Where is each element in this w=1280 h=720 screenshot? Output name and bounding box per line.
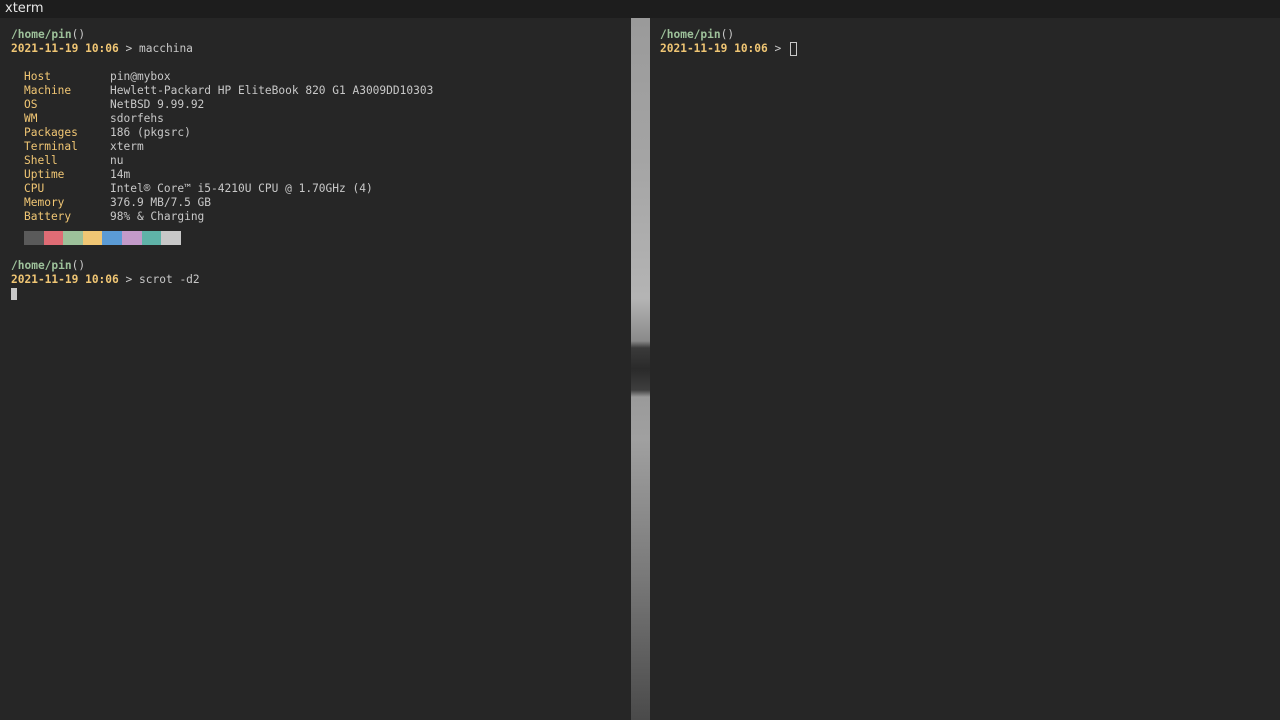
prompt-command-line[interactable]: 2021-11-19 10:06 > bbox=[660, 42, 1280, 56]
prompt-arrow: > bbox=[125, 42, 133, 55]
prompt-datetime: 2021-11-19 10:06 bbox=[660, 42, 768, 55]
command-text: scrot -d2 bbox=[139, 273, 200, 286]
info-value: pin@mybox bbox=[110, 70, 171, 83]
info-row-uptime: Uptime 14m bbox=[11, 168, 631, 182]
prompt-command-line: 2021-11-19 10:06 > macchina bbox=[11, 42, 631, 56]
system-info-block: Host pin@mybox Machine Hewlett-Packard HP … bbox=[11, 70, 631, 224]
right-terminal-pane[interactable]: /home/pin() 2021-11-19 10:06 > bbox=[650, 18, 1280, 720]
info-value: 376.9 MB/7.5 GB bbox=[110, 196, 212, 209]
window-title: xterm bbox=[5, 1, 44, 16]
info-row-packages: Packages 186 (pkgsrc) bbox=[11, 126, 631, 140]
prompt-path-line: /home/pin() bbox=[660, 28, 1280, 42]
prompt-datetime: 2021-11-19 10:06 bbox=[11, 273, 119, 286]
prompt-paren: () bbox=[720, 28, 735, 41]
info-key: WM bbox=[24, 112, 38, 125]
info-value: Intel® Core™ i5-4210U CPU @ 1.70GHz (4) bbox=[110, 182, 373, 195]
info-key: Uptime bbox=[24, 168, 65, 181]
info-value: nu bbox=[110, 154, 124, 167]
prompt-paren: () bbox=[71, 259, 86, 272]
command-text: macchina bbox=[139, 42, 193, 55]
color-swatch bbox=[121, 231, 142, 245]
prompt-path-line: /home/pin() bbox=[11, 28, 631, 42]
info-row-machine: Machine Hewlett-Packard HP EliteBook 820 … bbox=[11, 84, 631, 98]
info-value: 186 (pkgsrc) bbox=[110, 126, 191, 139]
info-key: CPU bbox=[24, 182, 45, 195]
info-row-battery: Battery 98% & Charging bbox=[11, 210, 631, 224]
info-key: Machine bbox=[24, 84, 72, 97]
info-row-shell: Shell nu bbox=[11, 154, 631, 168]
prompt-path: /home/pin bbox=[660, 28, 721, 41]
prompt-arrow: > bbox=[774, 42, 782, 55]
color-swatch bbox=[161, 231, 181, 245]
window-titlebar: xterm bbox=[0, 0, 1280, 18]
info-row-host: Host pin@mybox bbox=[11, 70, 631, 84]
color-swatch bbox=[63, 231, 83, 245]
info-key: Packages bbox=[24, 126, 78, 139]
color-palette bbox=[24, 231, 631, 245]
prompt-path-line: /home/pin() bbox=[11, 259, 631, 273]
info-key: Memory bbox=[24, 196, 65, 209]
info-key: Terminal bbox=[24, 140, 78, 153]
info-key: Host bbox=[24, 70, 51, 83]
wallpaper-gap bbox=[631, 18, 650, 720]
text-cursor bbox=[11, 288, 17, 300]
color-swatch bbox=[141, 231, 162, 245]
info-value: 14m bbox=[110, 168, 131, 181]
info-value: 98% & Charging bbox=[110, 210, 205, 223]
color-swatch bbox=[102, 231, 122, 245]
info-value: sdorfehs bbox=[110, 112, 164, 125]
info-row-os: OS NetBSD 9.99.92 bbox=[11, 98, 631, 112]
info-row-memory: Memory 376.9 MB/7.5 GB bbox=[11, 196, 631, 210]
prompt-paren: () bbox=[71, 28, 86, 41]
color-swatch bbox=[24, 231, 44, 245]
info-row-cpu: CPU Intel® Core™ i5-4210U CPU @ 1.70GHz (… bbox=[11, 182, 631, 196]
left-terminal-pane[interactable]: /home/pin() 2021-11-19 10:06 > macchina … bbox=[0, 18, 631, 720]
prompt-path: /home/pin bbox=[11, 259, 72, 272]
color-swatch bbox=[43, 231, 64, 245]
prompt-command-line: 2021-11-19 10:06 > scrot -d2 bbox=[11, 273, 631, 287]
info-row-terminal: Terminal xterm bbox=[11, 140, 631, 154]
info-value: Hewlett-Packard HP EliteBook 820 G1 A300… bbox=[110, 84, 434, 97]
text-cursor bbox=[790, 42, 798, 56]
info-key: Shell bbox=[24, 154, 58, 167]
prompt-arrow: > bbox=[125, 273, 133, 286]
info-value: NetBSD 9.99.92 bbox=[110, 98, 205, 111]
info-key: Battery bbox=[24, 210, 72, 223]
prompt-path: /home/pin bbox=[11, 28, 72, 41]
info-key: OS bbox=[24, 98, 38, 111]
prompt-datetime: 2021-11-19 10:06 bbox=[11, 42, 119, 55]
info-value: xterm bbox=[110, 140, 144, 153]
color-swatch bbox=[82, 231, 103, 245]
info-row-wm: WM sdorfehs bbox=[11, 112, 631, 126]
input-line[interactable] bbox=[11, 287, 631, 301]
